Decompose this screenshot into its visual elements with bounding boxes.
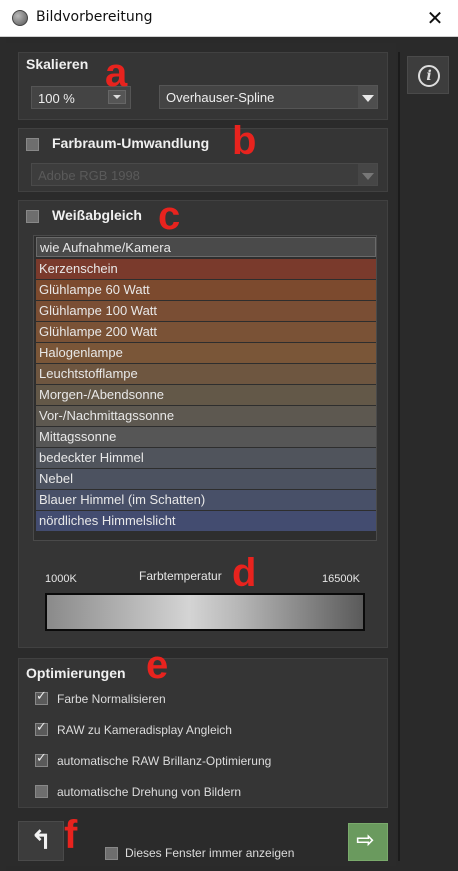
annotation-marker-b: b: [232, 119, 257, 163]
annotation-marker-c: c: [158, 194, 181, 238]
list-item[interactable]: Vor-/Nachmittagssonne: [36, 406, 376, 426]
always-show-checkbox[interactable]: [105, 847, 118, 860]
list-item[interactable]: Morgen-/Abendsonne: [36, 385, 376, 405]
annotation-marker-d: d: [232, 551, 257, 595]
list-item[interactable]: Leuchtstofflampe: [36, 364, 376, 384]
scale-title: Skalieren: [26, 56, 89, 72]
annotation-marker-f: f: [64, 813, 78, 857]
title-bar: Bildvorbereitung ✕: [0, 0, 458, 37]
temperature-slider[interactable]: [45, 593, 365, 631]
option-auto-rotate-checkbox[interactable]: [35, 785, 48, 798]
arrow-right-icon: ⇨: [356, 828, 375, 853]
window-title: Bildvorbereitung: [36, 9, 153, 25]
app-icon: [12, 10, 28, 26]
close-button[interactable]: ✕: [420, 4, 450, 32]
list-item[interactable]: Halogenlampe: [36, 343, 376, 363]
chevron-down-icon: [358, 86, 377, 108]
scale-method-value: Overhauser-Spline: [166, 90, 275, 105]
column-divider: [398, 52, 400, 861]
colorspace-title: Farbraum-Umwandlung: [52, 135, 210, 151]
option-raw-display-label: RAW zu Kameradisplay Angleich: [57, 723, 232, 737]
option-normalize-checkbox[interactable]: [35, 689, 48, 705]
info-button[interactable]: i: [407, 56, 449, 94]
list-item[interactable]: Glühlampe 200 Watt: [36, 322, 376, 342]
list-item[interactable]: nördliches Himmelslicht: [36, 511, 376, 531]
whitebalance-list[interactable]: wie Aufnahme/Kamera Kerzenschein Glühlam…: [33, 235, 377, 541]
whitebalance-title: Weißabgleich: [52, 207, 142, 223]
colorspace-select[interactable]: Adobe RGB 1998: [31, 163, 378, 186]
list-item[interactable]: wie Aufnahme/Kamera: [36, 237, 376, 257]
list-item[interactable]: Mittagssonne: [36, 427, 376, 447]
temperature-min-label: 1000K: [45, 573, 77, 585]
option-normalize-label: Farbe Normalisieren: [57, 692, 166, 706]
next-button[interactable]: ⇨: [348, 823, 388, 861]
option-raw-brilliance-label: automatische RAW Brillanz-Optimierung: [57, 754, 272, 768]
list-item[interactable]: Nebel: [36, 469, 376, 489]
colorspace-value: Adobe RGB 1998: [38, 168, 140, 183]
chevron-down-icon: [358, 164, 377, 185]
info-icon: i: [418, 65, 440, 87]
option-raw-display-checkbox[interactable]: [35, 720, 48, 736]
list-item[interactable]: Kerzenschein: [36, 259, 376, 279]
always-show-label: Dieses Fenster immer anzeigen: [125, 846, 295, 860]
list-item[interactable]: Glühlampe 60 Watt: [36, 280, 376, 300]
scale-method-select[interactable]: Overhauser-Spline: [159, 85, 378, 109]
option-raw-brilliance-checkbox[interactable]: [35, 751, 48, 767]
list-item[interactable]: Glühlampe 100 Watt: [36, 301, 376, 321]
temperature-label: Farbtemperatur: [139, 569, 222, 583]
optimizations-title: Optimierungen: [26, 665, 126, 681]
scale-percent-value: 100 %: [38, 91, 75, 106]
temperature-max-label: 16500K: [322, 573, 360, 585]
option-auto-rotate-label: automatische Drehung von Bildern: [57, 785, 242, 799]
list-item[interactable]: bedeckter Himmel: [36, 448, 376, 468]
annotation-marker-a: a: [105, 51, 128, 95]
undo-button[interactable]: ↰: [18, 821, 64, 861]
list-item[interactable]: Blauer Himmel (im Schatten): [36, 490, 376, 510]
whitebalance-checkbox[interactable]: [26, 210, 39, 223]
colorspace-checkbox[interactable]: [26, 138, 39, 151]
annotation-marker-e: e: [146, 643, 169, 687]
